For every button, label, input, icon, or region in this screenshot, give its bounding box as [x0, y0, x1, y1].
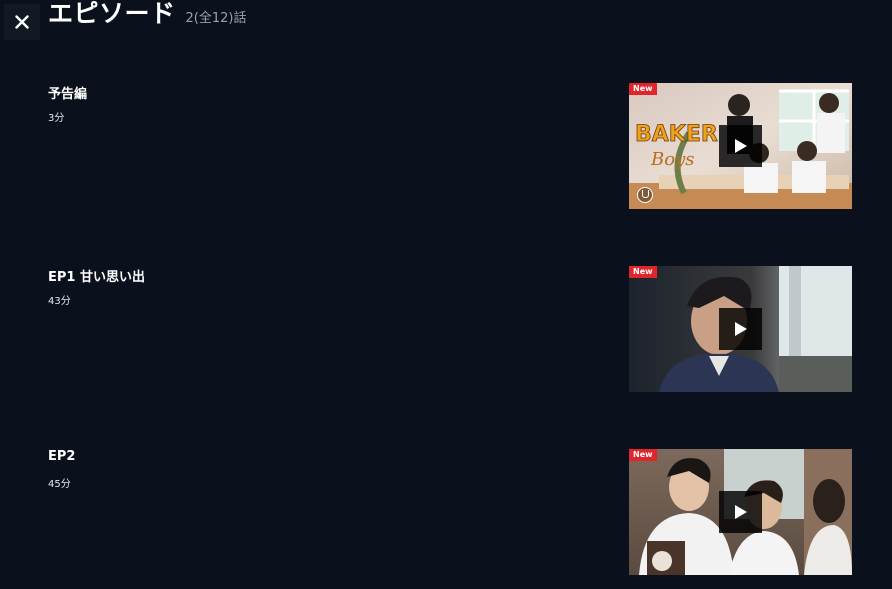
play-button[interactable] — [719, 491, 762, 533]
play-button[interactable] — [719, 308, 762, 350]
brand-icon — [637, 187, 653, 203]
page-title: エピソード — [48, 0, 176, 28]
new-badge: New — [629, 449, 657, 461]
episode-duration: 3分 — [48, 113, 65, 124]
episode-thumbnail[interactable]: BAKER Boys New — [629, 83, 852, 209]
episode-title: EP1 甘い思い出 — [48, 270, 145, 285]
episode-item[interactable]: 予告編 3分 BAKER Boys New — [48, 83, 852, 209]
episode-thumbnail[interactable]: New — [629, 266, 852, 392]
episode-list-page: エピソード 2(全12)話 予告編 3分 BAKER Boys New EP1 … — [0, 0, 892, 589]
episode-title: EP2 — [48, 449, 76, 464]
episode-duration: 45分 — [48, 479, 71, 490]
close-button[interactable] — [4, 4, 40, 40]
play-icon — [734, 505, 747, 519]
episode-count: 2(全12)話 — [185, 11, 247, 26]
new-badge: New — [629, 83, 657, 95]
episode-title: 予告編 — [48, 87, 88, 102]
svg-text:BAKER: BAKER — [635, 122, 718, 147]
svg-text:Boys: Boys — [650, 149, 694, 170]
episode-item[interactable]: EP1 甘い思い出 43分 New — [48, 266, 852, 392]
play-icon — [734, 322, 747, 336]
episode-duration: 43分 — [48, 296, 71, 307]
play-icon — [734, 139, 747, 153]
new-badge: New — [629, 266, 657, 278]
page-header: エピソード 2(全12)話 — [48, 0, 246, 30]
episode-thumbnail[interactable]: New — [629, 449, 852, 575]
close-icon — [15, 15, 29, 29]
play-button[interactable] — [719, 125, 762, 167]
episode-item[interactable]: EP2 45分 New — [48, 449, 852, 575]
